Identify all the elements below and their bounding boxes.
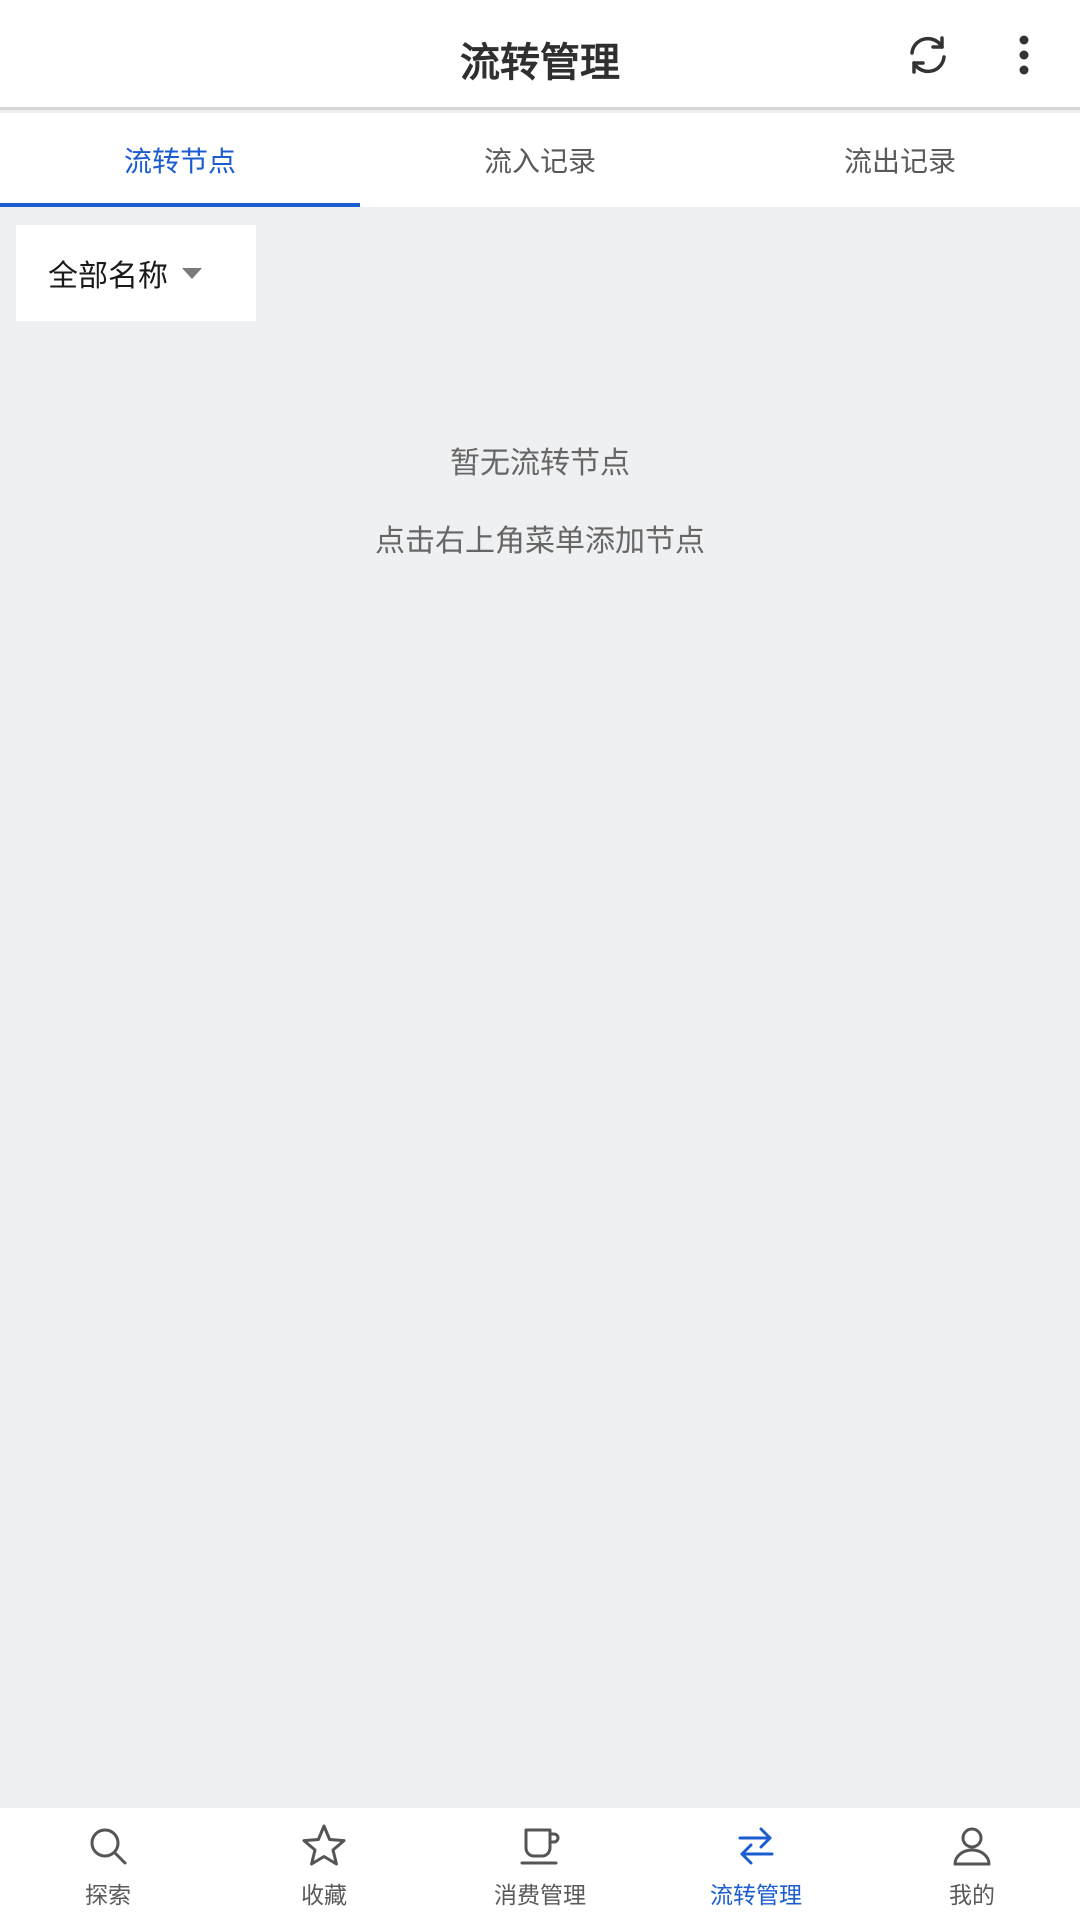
nav-item-consumption[interactable]: 消费管理 [432,1808,648,1920]
nav-label: 流转管理 [710,1883,802,1909]
filter-label: 全部名称 [48,259,168,294]
nav-label: 探索 [85,1883,131,1909]
caret-down-icon [182,267,202,279]
more-options-button[interactable] [988,19,1060,91]
more-vertical-icon [1019,35,1029,75]
sync-icon [910,36,946,74]
tab-bar: 流转节点 流入记录 流出记录 [0,113,1080,207]
tab-outflow-records[interactable]: 流出记录 [720,113,1080,207]
sync-button[interactable] [892,19,964,91]
tab-label: 流出记录 [843,145,956,178]
nav-label: 收藏 [301,1883,347,1909]
tab-label: 流转节点 [123,145,236,178]
empty-state-hint: 点击右上角菜单添加节点 [375,524,705,559]
app-root: 流转管理 流转节点 流入记录 流出记录 全部名称 暂无流转节点 点击右上角菜单添… [0,0,1080,1920]
nav-item-explore[interactable]: 探索 [0,1808,216,1920]
bottom-navigation: 探索 收藏 消费管理 流转管理 我的 [0,1808,1080,1920]
cup-icon [520,1828,560,1865]
tab-transfer-nodes[interactable]: 流转节点 [0,113,360,207]
nav-item-favorites[interactable]: 收藏 [216,1808,432,1920]
star-icon [302,1824,346,1866]
active-tab-indicator [0,203,360,207]
nav-item-transfer[interactable]: 流转管理 [648,1808,864,1920]
app-bar: 流转管理 [0,0,1080,110]
nav-label: 我的 [949,1883,995,1909]
search-icon [90,1828,127,1865]
tab-inflow-records[interactable]: 流入记录 [360,113,720,207]
empty-state-title: 暂无流转节点 [450,446,630,481]
nav-label: 消费管理 [494,1883,586,1909]
user-icon [953,1827,991,1866]
nav-item-profile[interactable]: 我的 [864,1808,1080,1920]
name-filter-dropdown[interactable]: 全部名称 [16,225,256,321]
tab-label: 流入记录 [483,145,596,178]
transfer-icon [738,1827,774,1865]
